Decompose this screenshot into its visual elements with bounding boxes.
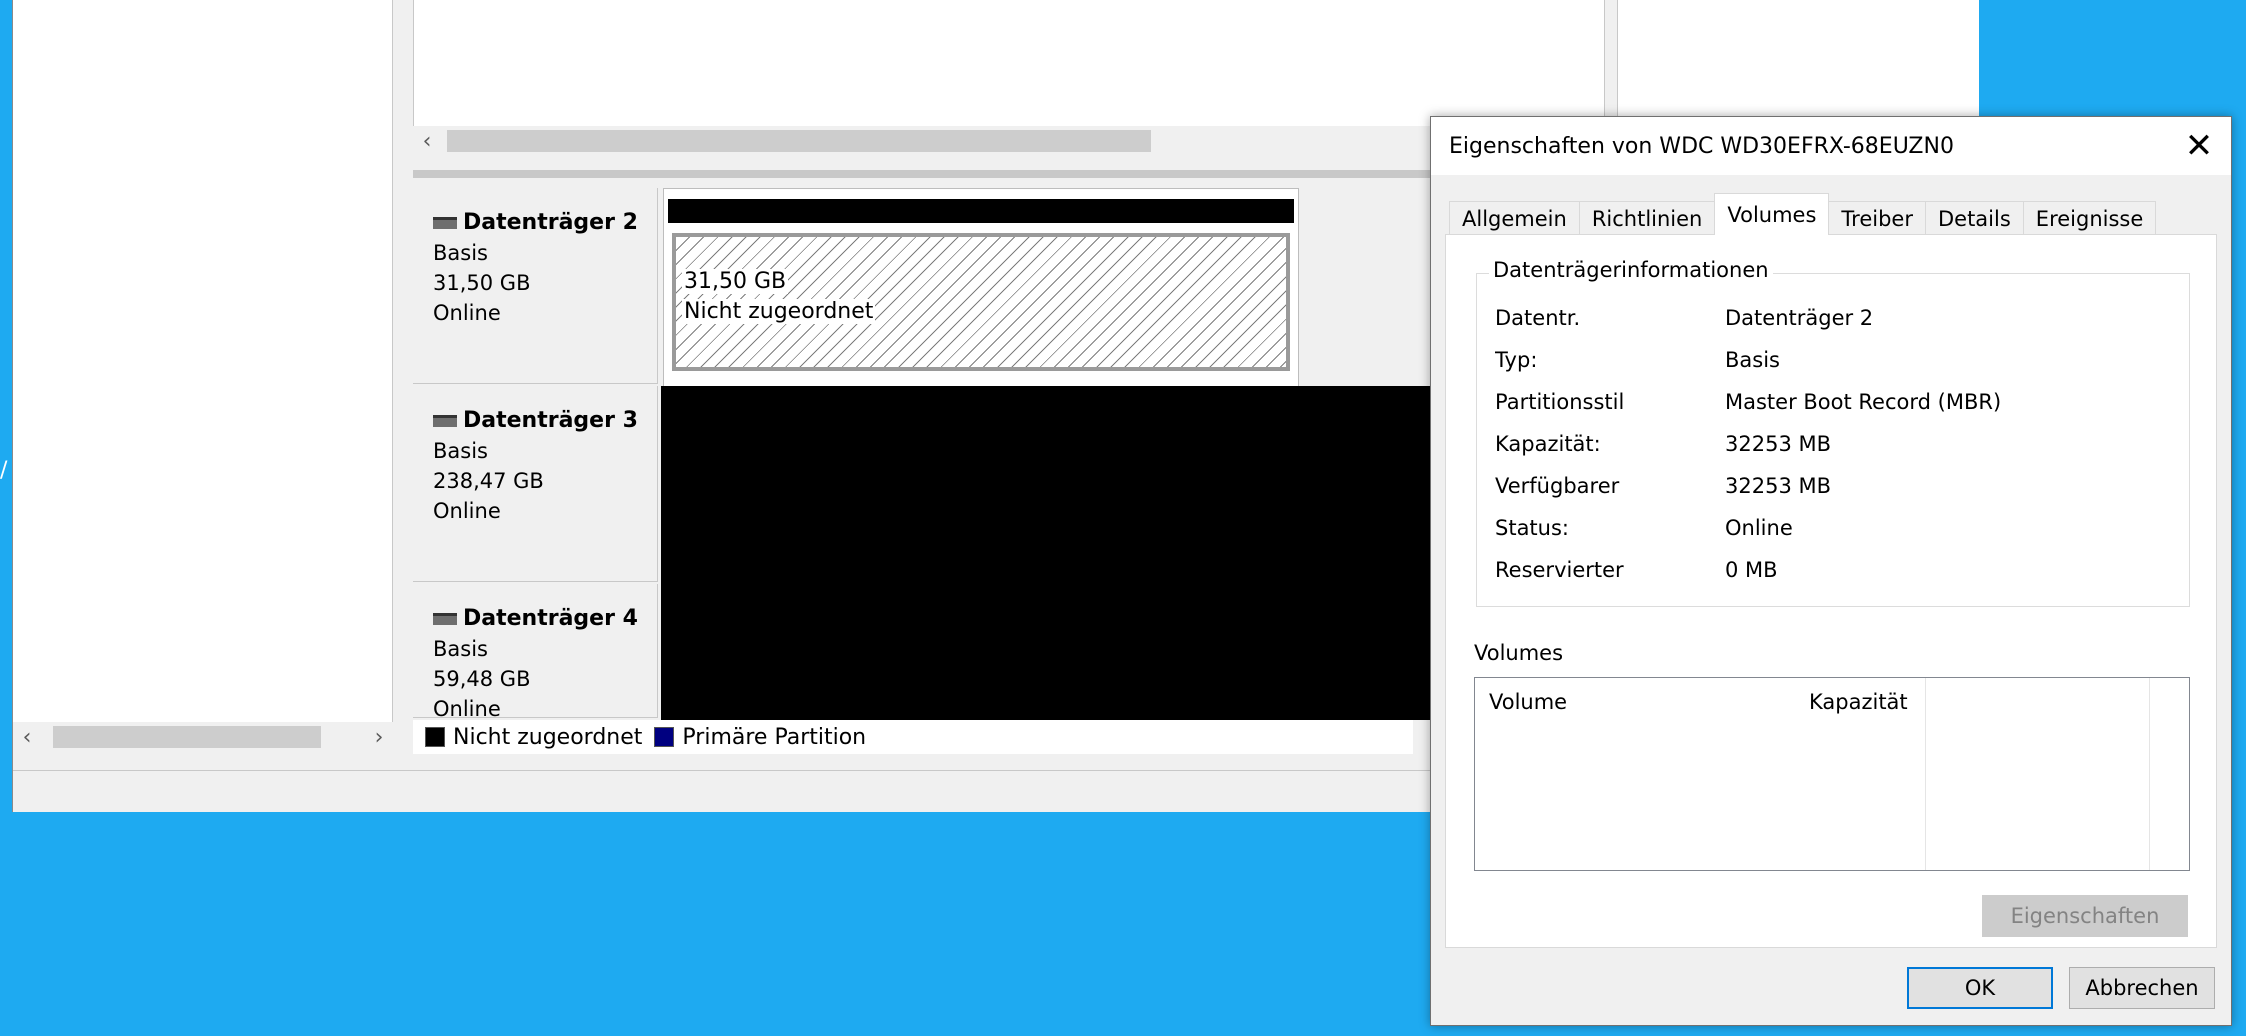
disk-type: Basis [433,439,488,463]
column-separator[interactable] [1925,678,1926,870]
info-value: 32253 MB [1725,432,1832,456]
info-value: Online [1725,516,1793,540]
tab-ereignisse[interactable]: Ereignisse [2022,201,2157,235]
tree-horizontal-scrollbar[interactable]: ‹ › [13,722,393,752]
dialog-titlebar[interactable]: Eigenschaften von WDC WD30EFRX-68EUZN0 ✕ [1431,117,2231,175]
disk-icon [433,613,457,625]
info-value: Master Boot Record (MBR) [1725,390,2002,414]
group-title: Datenträgerinformationen [1489,258,1773,282]
column-header-capacity[interactable]: Kapazität [1809,690,1908,714]
volumes-label: Volumes [1474,641,1564,665]
disk-status: Online [433,301,501,325]
info-key: Datentr. [1495,306,1581,330]
tab-treiber[interactable]: Treiber [1828,201,1926,235]
disk-info-card[interactable]: Datenträger 3 Basis 238,47 GB Online [413,386,658,582]
volume-list-pane[interactable] [413,0,1605,126]
disk-name: Datenträger 4 [463,606,638,631]
disk-icon [433,217,457,229]
tab-strip: Allgemein Richtlinien Volumes Treiber De… [1449,193,2157,235]
scroll-left-icon[interactable]: ‹ [413,126,441,156]
dialog-title: Eigenschaften von WDC WD30EFRX-68EUZN0 [1449,133,1954,159]
info-key: Kapazität: [1495,432,1601,456]
console-tree-pane[interactable]: ‹ › [13,0,393,752]
legend-swatch-unallocated [425,727,445,747]
info-value: 32253 MB [1725,474,1832,498]
desktop-fragment: / [0,458,8,483]
volume-header-bar [668,199,1294,223]
disk-name: Datenträger 2 [463,210,638,235]
volume-list-horizontal-scrollbar[interactable]: ‹ [413,126,1605,156]
disk-size: 59,48 GB [433,667,531,691]
unallocated-hatch[interactable]: 31,50 GB Nicht zugeordnet [672,233,1290,371]
scroll-thumb[interactable] [53,726,321,748]
actions-pane [1617,0,1979,126]
info-key: Typ: [1495,348,1538,372]
legend-swatch-primary [654,727,675,747]
column-separator[interactable] [2149,678,2150,870]
legend-primary: Primäre Partition [682,724,867,750]
info-key: Status: [1495,516,1569,540]
scroll-thumb[interactable] [447,130,1151,152]
unallocated-volume[interactable]: 31,50 GB Nicht zugeordnet [663,188,1299,388]
disk-status: Online [433,499,501,523]
column-header-volume[interactable]: Volume [1489,690,1567,714]
info-key: Partitionsstil [1495,390,1625,414]
list-header: Volume Kapazität [1475,678,2189,716]
disk-info-group: Datenträgerinformationen Datentr. Datent… [1476,258,2190,607]
volume-size: 31,50 GB [682,269,789,294]
pane-splitter[interactable] [393,0,413,760]
legend-unallocated: Nicht zugeordnet [453,724,643,750]
info-value: Datenträger 2 [1725,306,1874,330]
graphical-disk-view: Datenträger 2 Basis 31,50 GB Online 31,5… [413,182,1431,721]
volumes-tab-page: Datenträgerinformationen Datentr. Datent… [1445,234,2217,948]
tab-richtlinien[interactable]: Richtlinien [1578,201,1716,235]
properties-dialog: Eigenschaften von WDC WD30EFRX-68EUZN0 ✕… [1430,116,2232,1026]
redacted-volume-area [661,386,1431,720]
tab-volumes[interactable]: Volumes [1714,193,1830,235]
disk-info-card[interactable]: Datenträger 4 Basis 59,48 GB Online [413,584,658,721]
info-value: Basis [1725,348,1780,372]
close-icon[interactable]: ✕ [2167,117,2231,175]
info-key: Reservierter [1495,558,1624,582]
disk-type: Basis [433,637,488,661]
volumes-list[interactable]: Volume Kapazität [1474,677,2190,871]
scroll-right-icon[interactable]: › [365,722,393,752]
disk-name: Datenträger 3 [463,408,638,433]
info-value: 0 MB [1725,558,1778,582]
info-key: Verfügbarer [1495,474,1620,498]
disk-type: Basis [433,241,488,265]
disk-size: 31,50 GB [433,271,531,295]
disk-size: 238,47 GB [433,469,544,493]
tab-details[interactable]: Details [1924,201,2024,235]
scroll-left-icon[interactable]: ‹ [13,722,41,752]
tab-allgemein[interactable]: Allgemein [1449,201,1580,235]
volume-label: Nicht zugeordnet [682,299,876,324]
volume-properties-button[interactable]: Eigenschaften [1982,895,2188,937]
disk-row: Datenträger 2 Basis 31,50 GB Online 31,5… [413,188,1413,388]
disk-info-card[interactable]: Datenträger 2 Basis 31,50 GB Online [413,188,658,384]
disk-icon [433,415,457,427]
ok-button[interactable]: OK [1907,967,2053,1009]
disk-legend: Nicht zugeordnet Primäre Partition [413,720,1413,754]
cancel-button[interactable]: Abbrechen [2069,967,2215,1009]
